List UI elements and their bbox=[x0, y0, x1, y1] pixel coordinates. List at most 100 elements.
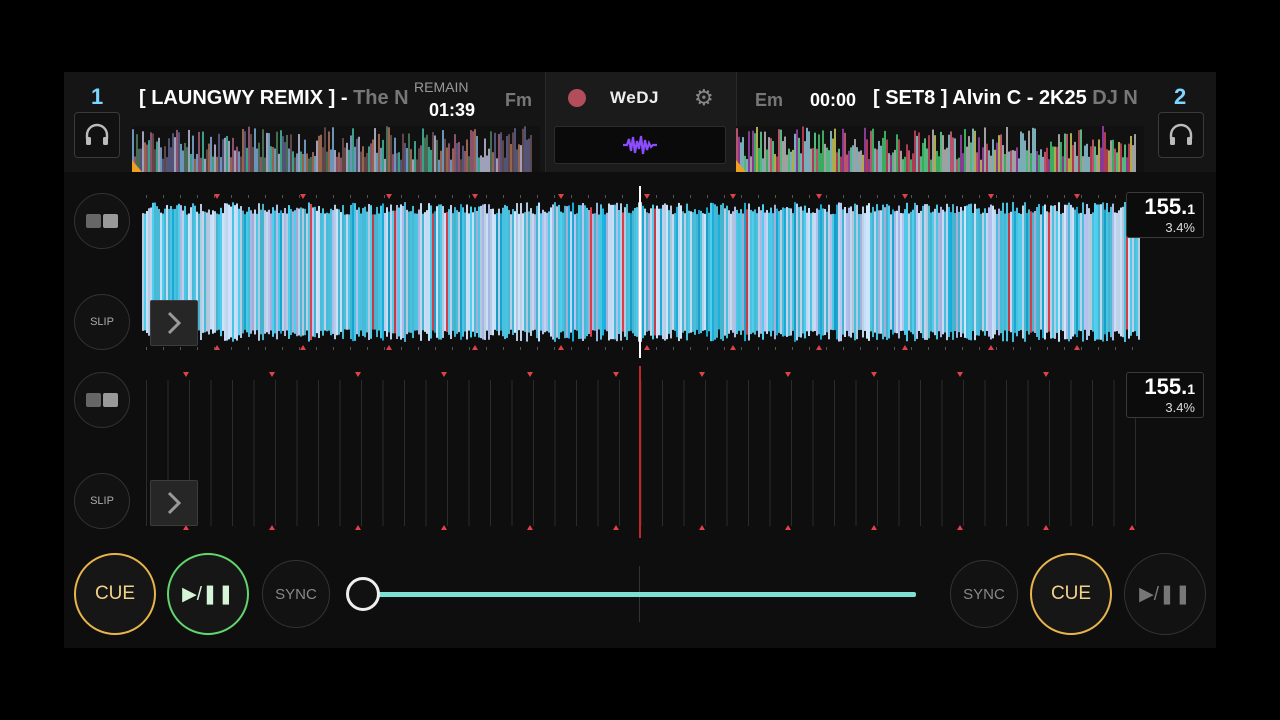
overview-bar bbox=[840, 156, 842, 172]
deck-1-pad-toggle-button[interactable] bbox=[74, 193, 130, 249]
waveform-bar bbox=[288, 205, 290, 339]
deck-2-track-title[interactable]: [ SET8 ] Alvin C - 2K25 DJ N bbox=[873, 87, 1141, 110]
deck-2-overview-waveform[interactable] bbox=[736, 126, 1144, 172]
waveform-bar bbox=[974, 203, 976, 341]
overview-bar bbox=[1040, 149, 1042, 172]
waveform-bar bbox=[510, 214, 512, 330]
waveform-bar bbox=[1076, 206, 1078, 338]
overview-bar bbox=[1062, 156, 1064, 172]
deck-2-bpm-int: 155. bbox=[1144, 374, 1188, 399]
overview-bar bbox=[340, 157, 342, 172]
waveform-view-button[interactable] bbox=[554, 126, 726, 164]
beat-marker bbox=[957, 372, 963, 377]
grid-tick bbox=[775, 195, 776, 198]
deck-1-play-pause-button[interactable]: ▶/❚❚ bbox=[167, 553, 249, 635]
deck-2-cue-button[interactable]: CUE bbox=[1030, 553, 1112, 635]
deck-1-headphone-button[interactable] bbox=[74, 112, 120, 158]
overview-bar bbox=[1122, 157, 1124, 172]
deck-1-cue-button[interactable]: CUE bbox=[74, 553, 156, 635]
grid-line bbox=[210, 380, 212, 526]
overview-bar bbox=[434, 135, 436, 172]
grid-line bbox=[490, 380, 491, 526]
grid-tick bbox=[792, 347, 793, 350]
waveform-bar bbox=[846, 213, 848, 331]
deck-2-slip-button[interactable]: SLIP bbox=[74, 473, 130, 529]
deck-1-track-title[interactable]: [ LAUNGWY REMIX ] - The N bbox=[139, 87, 409, 110]
overview-bar bbox=[838, 148, 840, 172]
record-button[interactable] bbox=[568, 89, 586, 107]
waveform-bar bbox=[352, 202, 354, 342]
waveform-bar bbox=[402, 205, 404, 339]
grid-line bbox=[1006, 380, 1007, 526]
overview-bar bbox=[764, 131, 766, 172]
deck-2-play-pause-button[interactable]: ▶/❚❚ bbox=[1124, 553, 1206, 635]
grid-line bbox=[877, 380, 878, 526]
grid-tick bbox=[622, 195, 623, 198]
overview-bar bbox=[930, 159, 932, 172]
overview-bar bbox=[464, 150, 466, 172]
grid-tick bbox=[350, 195, 351, 198]
overview-bar bbox=[360, 151, 362, 172]
deck-1-main-waveform[interactable] bbox=[142, 186, 1142, 358]
waveform-bar bbox=[1022, 205, 1024, 339]
grid-tick bbox=[554, 347, 555, 350]
deck-2-expand-button[interactable] bbox=[150, 480, 198, 526]
deck-1-bpm-display[interactable]: 155.1 3.4% bbox=[1126, 192, 1204, 238]
deck-1-slip-button[interactable]: SLIP bbox=[74, 294, 130, 350]
waveform-bar bbox=[1070, 204, 1072, 340]
waveform-bar bbox=[322, 208, 324, 336]
waveform-bar bbox=[678, 202, 680, 342]
overview-bar bbox=[178, 132, 180, 172]
settings-gear-icon[interactable]: ⚙ bbox=[694, 85, 714, 111]
beat-marker bbox=[699, 372, 705, 377]
overview-bar bbox=[498, 134, 500, 172]
overview-bar bbox=[1034, 128, 1036, 172]
overview-bar bbox=[1030, 153, 1032, 172]
overview-bar bbox=[1080, 129, 1082, 172]
grid-tick bbox=[996, 347, 997, 350]
deck-2-bpm-dec: 1 bbox=[1187, 381, 1195, 397]
deck-2-main-waveform[interactable] bbox=[142, 366, 1142, 538]
overview-bar bbox=[798, 137, 800, 172]
overview-bar bbox=[224, 137, 226, 172]
overview-bar bbox=[524, 126, 526, 172]
overview-bar bbox=[1130, 135, 1132, 172]
waveform-bar bbox=[608, 203, 610, 341]
overview-bar bbox=[762, 158, 764, 172]
waveform-bar bbox=[298, 208, 300, 336]
waveform-bar bbox=[1046, 211, 1048, 333]
crossfader-knob[interactable] bbox=[346, 577, 380, 611]
waveform-bar bbox=[626, 203, 628, 341]
deck-2-playhead bbox=[639, 366, 641, 538]
overview-bar bbox=[502, 140, 504, 172]
waveform-bar bbox=[872, 206, 874, 338]
waveform-bar bbox=[1016, 207, 1018, 337]
crossfader-track[interactable] bbox=[362, 592, 916, 597]
grid-tick bbox=[962, 195, 963, 198]
deck-2-pad-toggle-button[interactable] bbox=[74, 372, 130, 428]
grid-tick bbox=[775, 347, 776, 350]
deck-1-overview-waveform[interactable] bbox=[132, 126, 540, 172]
overview-bar bbox=[836, 152, 838, 172]
deck-1-sync-button[interactable]: SYNC bbox=[262, 560, 330, 628]
beat-marker bbox=[871, 372, 877, 377]
deck-2-bpm-display[interactable]: 155.1 3.4% bbox=[1126, 372, 1204, 418]
grid-tick bbox=[656, 347, 657, 350]
beat-marker bbox=[613, 525, 619, 530]
deck-2-sync-button[interactable]: SYNC bbox=[950, 560, 1018, 628]
grid-line bbox=[382, 380, 384, 526]
overview-bar bbox=[1090, 146, 1092, 172]
waveform-bar bbox=[918, 213, 920, 331]
waveform-bar bbox=[946, 203, 948, 341]
deck-2-headphone-button[interactable] bbox=[1158, 112, 1204, 158]
overview-bar bbox=[868, 159, 870, 172]
overview-bar bbox=[998, 135, 1000, 172]
grid-tick bbox=[163, 195, 164, 198]
deck-1-expand-button[interactable] bbox=[150, 300, 198, 346]
grid-tick bbox=[877, 195, 878, 198]
overview-bar bbox=[988, 150, 990, 172]
waveform-bar bbox=[590, 207, 592, 337]
waveform-bar bbox=[202, 211, 204, 333]
waveform-bar bbox=[934, 208, 936, 336]
overview-bar bbox=[1070, 133, 1072, 172]
